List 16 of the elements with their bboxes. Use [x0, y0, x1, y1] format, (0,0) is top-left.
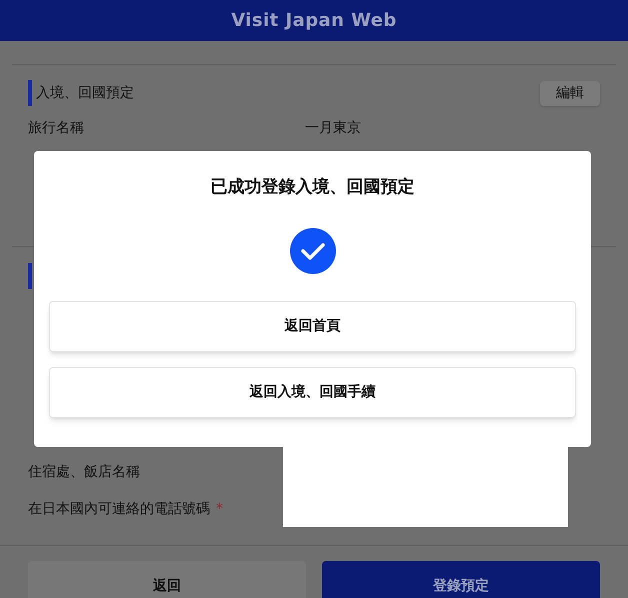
dialog-button[interactable]: 返回入境、回國手續 — [49, 366, 576, 418]
section-title: 入境、回國預定 — [36, 84, 134, 102]
edit-button[interactable]: 編輯 — [540, 80, 600, 106]
dialog-title: 已成功登錄入境、回國預定 — [210, 176, 414, 199]
required-mark: * — [216, 500, 223, 519]
back-button[interactable]: 返回 — [28, 561, 306, 598]
section-marker — [28, 263, 32, 289]
check-circle-icon — [290, 228, 336, 274]
field-label: 住宿處、飯店名稱 — [28, 463, 140, 482]
field-label: 在日本國內可連絡的電話號碼 — [28, 500, 210, 519]
submit-button[interactable]: 登錄預定 — [322, 561, 600, 598]
dialog-button[interactable]: 返回首頁 — [49, 300, 576, 352]
section-marker — [28, 80, 32, 106]
app-title: Visit Japan Web — [231, 9, 397, 33]
row-label: 旅行名稱 — [28, 119, 85, 138]
row-value: 一月東京 — [305, 119, 361, 138]
